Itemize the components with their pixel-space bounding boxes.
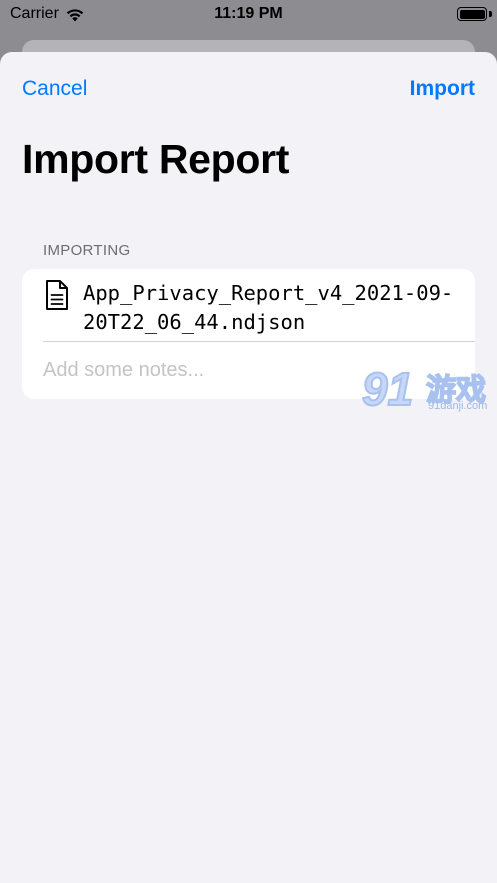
section-header: IMPORTING [43, 242, 131, 259]
import-button[interactable]: Import [410, 77, 475, 101]
watermark: 91 游戏 91danji.com [361, 362, 497, 416]
cancel-button[interactable]: Cancel [22, 77, 87, 101]
status-bar: Carrier 11:19 PM [0, 0, 497, 30]
status-time: 11:19 PM [214, 5, 283, 22]
screen: Carrier 11:19 PM Cancel Import Import Re… [0, 0, 497, 883]
watermark-url: 91danji.com [428, 400, 488, 412]
import-sheet: Cancel Import Import Report IMPORTING Ap… [0, 52, 497, 883]
page-title: Import Report [22, 136, 290, 182]
watermark-mark: 91 [361, 362, 414, 416]
file-name: App_Privacy_Report_v4_2021-09-20T22_06_4… [83, 281, 454, 334]
battery-level [459, 9, 485, 19]
document-icon [46, 280, 68, 310]
battery-icon [457, 7, 487, 21]
battery-nub [489, 11, 492, 17]
divider [43, 341, 475, 342]
file-row: App_Privacy_Report_v4_2021-09-20T22_06_4… [22, 269, 475, 341]
